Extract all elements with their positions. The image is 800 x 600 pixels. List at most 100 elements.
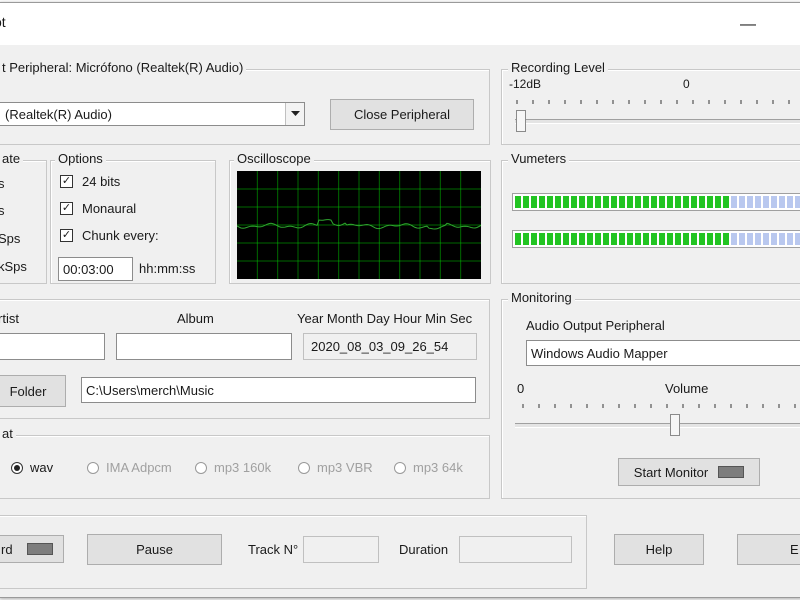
vumeter-segment — [691, 196, 697, 208]
artist-input[interactable] — [0, 333, 105, 360]
vumeter-segment — [539, 233, 545, 245]
vumeter-segment — [779, 196, 785, 208]
dropdown-arrow-icon[interactable] — [285, 103, 304, 125]
main-window: ot — t Peripheral: Micrófono (Realtek(R)… — [0, 2, 800, 598]
vumeter-segment — [587, 196, 593, 208]
recording-level-label: Recording Level — [508, 60, 608, 75]
rate-option-4[interactable]: kSps — [0, 259, 27, 274]
vumeter-segment — [699, 196, 705, 208]
vumeter-segment — [723, 233, 729, 245]
datetime-value: 2020_08_03_09_26_54 — [311, 339, 449, 354]
start-monitor-button[interactable]: Start Monitor — [618, 458, 760, 486]
volume-label: Volume — [665, 381, 709, 396]
vumeter-segment — [715, 196, 721, 208]
album-input[interactable] — [116, 333, 292, 360]
format-mp3-vbr-label: mp3 VBR — [317, 460, 373, 475]
format-ima-radio[interactable] — [87, 462, 99, 474]
vumeter-segment — [675, 196, 681, 208]
audio-output-value: Windows Audio Mapper — [531, 345, 668, 361]
vumeter-segment — [619, 233, 625, 245]
vumeter-segment — [755, 233, 761, 245]
monaural-label: Monaural — [82, 201, 137, 216]
rate-option-3[interactable]: Sps — [0, 231, 20, 246]
bits24-checkbox[interactable]: ✓ — [60, 175, 73, 188]
input-device-value: (Realtek(R) Audio) — [5, 106, 112, 122]
folder-button[interactable]: Folder — [0, 375, 66, 407]
vumeter-segment — [619, 196, 625, 208]
vumeter-segment — [723, 196, 729, 208]
audio-output-select[interactable]: Windows Audio Mapper — [526, 340, 800, 366]
input-peripheral-label: t Peripheral: Micrófono (Realtek(R) Audi… — [0, 60, 247, 75]
recording-level-min-label: -12dB — [509, 77, 542, 91]
close-peripheral-button[interactable]: Close Peripheral — [330, 99, 474, 130]
vumeter-segment — [571, 196, 577, 208]
exit-button[interactable]: E — [737, 534, 800, 565]
vumeter-segment — [731, 196, 737, 208]
vumeter-segment — [523, 233, 529, 245]
record-indicator-icon — [26, 543, 53, 555]
vumeter-segment — [651, 196, 657, 208]
format-mp3-vbr-radio[interactable] — [298, 462, 310, 474]
recording-level-slider-thumb[interactable] — [516, 110, 526, 132]
track-number-label: Track N° — [248, 542, 299, 557]
chunk-label: Chunk every: — [82, 228, 159, 243]
format-mp3-160k-radio[interactable] — [195, 462, 207, 474]
vumeter-segment — [603, 196, 609, 208]
vumeter-segment — [675, 233, 681, 245]
vumeter-segment — [643, 196, 649, 208]
vumeter-segment — [635, 233, 641, 245]
vumeter-segment — [667, 233, 673, 245]
vumeter-segment — [763, 196, 769, 208]
pause-button[interactable]: Pause — [87, 534, 222, 565]
chunk-time-input[interactable]: 00:03:00 — [58, 257, 133, 281]
vumeter-segment — [523, 196, 529, 208]
rate-option-2[interactable]: s — [0, 203, 5, 218]
folder-path-input[interactable]: C:\Users\merch\Music — [81, 377, 476, 403]
chunk-checkbox[interactable]: ✓ — [60, 229, 73, 242]
title-bar: ot — — [0, 3, 800, 45]
vumeter-segment — [795, 233, 800, 245]
datetime-label: Year Month Day Hour Min Sec — [297, 311, 473, 326]
oscilloscope-canvas — [236, 171, 482, 279]
record-label: rd — [1, 541, 13, 557]
vumeter-segment — [787, 196, 793, 208]
vumeter-segment — [731, 233, 737, 245]
duration-label: Duration — [399, 542, 449, 557]
help-button[interactable]: Help — [614, 534, 704, 565]
vumeter-segment — [659, 233, 665, 245]
vumeter-segment — [715, 233, 721, 245]
vumeter-segment — [595, 233, 601, 245]
vumeter-segment — [587, 233, 593, 245]
vumeter-segment — [635, 196, 641, 208]
monitor-indicator-icon — [718, 466, 745, 478]
rate-option-1[interactable]: s — [0, 176, 5, 191]
vumeter-segment — [539, 196, 545, 208]
record-button[interactable]: rd — [0, 535, 64, 563]
vumeter-segment — [707, 196, 713, 208]
format-mp3-64k-radio[interactable] — [394, 462, 406, 474]
vumeter-segment — [683, 233, 689, 245]
vumeter-segment — [611, 233, 617, 245]
minimize-button[interactable]: — — [740, 17, 756, 33]
vumeter-segment — [579, 196, 585, 208]
vumeter-segment — [563, 196, 569, 208]
vumeter-segment — [515, 196, 521, 208]
vumeter-segment — [771, 196, 777, 208]
vumeter-segment — [595, 196, 601, 208]
input-device-select[interactable]: (Realtek(R) Audio) — [0, 102, 305, 126]
format-mp3-160k-label: mp3 160k — [214, 460, 272, 475]
vumeter-segment — [627, 196, 633, 208]
oscilloscope-label: Oscilloscope — [234, 151, 314, 166]
volume-track — [515, 423, 800, 428]
monitoring-label: Monitoring — [508, 290, 575, 305]
vumeter-segment — [699, 233, 705, 245]
rate-group-label: ate — [0, 151, 24, 166]
vumeter-segment — [763, 233, 769, 245]
format-wav-radio[interactable] — [11, 462, 23, 474]
vumeter-segment — [739, 233, 745, 245]
window-title: ot — [0, 14, 6, 30]
vumeter-segment — [563, 233, 569, 245]
monaural-checkbox[interactable]: ✓ — [60, 202, 73, 215]
recording-level-group: Recording Level — [501, 60, 800, 145]
volume-slider-thumb[interactable] — [670, 414, 680, 436]
